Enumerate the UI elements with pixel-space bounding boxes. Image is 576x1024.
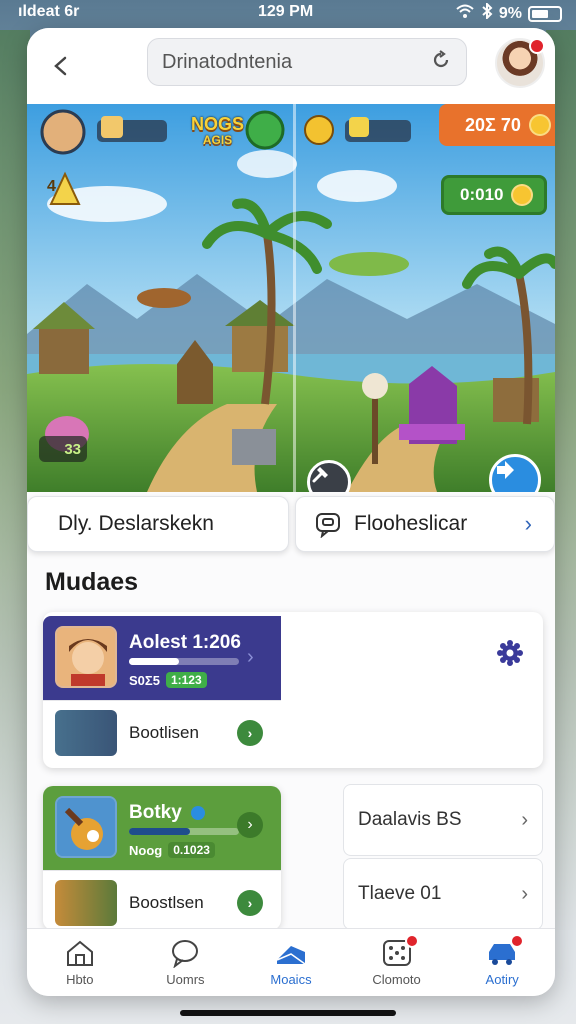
- list-item-label: Daalavis BS: [358, 809, 462, 830]
- gear-icon[interactable]: [497, 640, 523, 666]
- avatar[interactable]: [495, 38, 545, 88]
- module-subtitle: Nᴏog 0.1023: [129, 842, 215, 858]
- tab-forums[interactable]: Uomrs: [133, 929, 239, 996]
- level-number: 4: [47, 178, 56, 195]
- search-field[interactable]: [147, 38, 467, 86]
- carrier-label: ıldeat 6r: [18, 3, 80, 20]
- module-progress-bar: [129, 658, 239, 665]
- module-card[interactable]: Aolest 1:206 S0Σ5 1:123 › Bootlisen ›: [43, 612, 543, 768]
- module-row-label: Boostlsen: [129, 892, 204, 912]
- timer-badge[interactable]: 0:010: [441, 175, 547, 215]
- daily-action-button[interactable]: Dly. Deslarskekn: [27, 496, 289, 552]
- module-title-text: Botky: [129, 802, 182, 823]
- module-thumbnail: [55, 796, 117, 858]
- module-card[interactable]: Botky Nᴏog 0.1023 › Boostlsen ›: [43, 786, 281, 930]
- list-item[interactable]: Daalavis BS ›: [343, 784, 543, 856]
- row-go-button[interactable]: ›: [237, 889, 263, 916]
- chat-bubble-icon: [172, 940, 199, 968]
- module-progress-fill: [129, 828, 190, 835]
- back-button[interactable]: [43, 48, 79, 84]
- module-header[interactable]: Botky Nᴏog 0.1023 ›: [43, 786, 281, 870]
- list-item-label: Tlaeve 01: [358, 883, 442, 904]
- status-bar: ıldeat 6r 129 PM 9%: [0, 0, 576, 26]
- coin-icon: [511, 184, 534, 206]
- chevron-right-icon: ›: [247, 646, 254, 668]
- timer-value: 0:010: [460, 185, 504, 204]
- module-row-thumbnail: [55, 709, 117, 756]
- coin-icon: [528, 114, 551, 136]
- module-title: Aolest 1:206: [129, 632, 241, 653]
- chevron-right-icon: ›: [524, 511, 532, 536]
- notification-dot: [404, 934, 419, 948]
- module-sub-pill: 0.1023: [168, 842, 215, 858]
- chevron-right-icon[interactable]: ›: [237, 812, 263, 838]
- list-item[interactable]: Tlaeve 01 ›: [343, 858, 543, 930]
- notification-dot: [529, 38, 545, 54]
- tab-label: Hbto: [66, 972, 94, 987]
- tab-home[interactable]: Hbto: [27, 929, 133, 996]
- feedback-action-label: Flooheslicar: [354, 512, 468, 535]
- module-row-thumbnail: [55, 879, 117, 926]
- verified-icon: [191, 805, 206, 820]
- status-icons: 9%: [455, 1, 562, 24]
- tab-label: Clomoto: [372, 972, 421, 987]
- coin-badge[interactable]: 20Σ 70: [439, 104, 555, 146]
- home-icon: [66, 940, 93, 966]
- level-badge-value: 33: [64, 440, 81, 458]
- top-bar: [27, 28, 555, 104]
- module-title: Botky: [129, 802, 206, 824]
- feedback-action-button[interactable]: Flooheslicar ›: [295, 496, 555, 552]
- car-icon: [486, 934, 525, 968]
- battery-icon: [528, 5, 562, 22]
- module-subtitle: S0Σ5 1:123: [129, 672, 207, 688]
- tab-bar: Hbto Uomrs Moaics Clomoto Aotiry: [27, 928, 555, 996]
- level-badge: 33: [39, 436, 87, 462]
- home-indicator[interactable]: [180, 1010, 396, 1016]
- game-scene[interactable]: NOGS AGIS 4 20Σ 70 0:010 33: [27, 104, 555, 492]
- module-header[interactable]: Aolest 1:206 S0Σ5 1:123 ›: [43, 616, 281, 700]
- chevron-left-icon: [54, 56, 67, 76]
- app-card: NOGS AGIS 4 20Σ 70 0:010 33 Dly. Deslars…: [27, 28, 555, 996]
- section-title: Mudaes: [45, 568, 139, 596]
- list-item[interactable]: Bootlisen ›: [43, 700, 281, 764]
- module-progress-fill: [129, 658, 179, 665]
- module-thumbnail: [55, 626, 117, 688]
- refresh-icon[interactable]: [430, 49, 452, 76]
- row-go-button[interactable]: ›: [237, 719, 263, 746]
- tab-label: Uomrs: [166, 972, 205, 987]
- bluetooth-icon: [481, 1, 493, 24]
- list-item[interactable]: Boostlsen ›: [43, 870, 281, 930]
- module-sub-text: S0Σ5: [129, 672, 160, 688]
- tab-modules[interactable]: Moaics: [238, 929, 344, 996]
- game-logo: NOGS AGIS: [191, 114, 245, 148]
- dice-icon: [381, 934, 419, 968]
- game-logo-subtext: AGIS: [202, 133, 233, 147]
- background-blur-left: [0, 30, 30, 930]
- wifi-icon: [455, 3, 475, 24]
- chevron-right-icon: ›: [521, 882, 528, 905]
- tab-community[interactable]: Clomoto: [344, 929, 450, 996]
- tab-activity[interactable]: Aotiry: [449, 929, 555, 996]
- book-icon: [276, 946, 306, 965]
- tab-label: Aotiry: [485, 972, 519, 987]
- coin-count: 20Σ 70: [465, 114, 521, 135]
- arrow-right-icon: [497, 461, 514, 479]
- hammer-icon: [312, 467, 328, 483]
- search-input[interactable]: [162, 50, 402, 74]
- chevron-right-icon: ›: [521, 808, 528, 831]
- tab-label: Moaics: [270, 972, 312, 987]
- notification-dot: [510, 934, 525, 948]
- module-sub-pill: 1:123: [165, 672, 207, 688]
- battery-percent: 9%: [498, 4, 522, 22]
- daily-action-label: Dly. Deslarskekn: [58, 512, 214, 535]
- module-progress-bar: [129, 828, 239, 835]
- clock: 129 PM: [258, 3, 314, 20]
- chat-icon: [316, 513, 340, 538]
- module-sub-text: Nᴏog: [129, 842, 163, 858]
- game-logo-text: NOGS: [191, 114, 245, 134]
- game-illustration: [27, 104, 555, 492]
- module-row-label: Bootlisen: [129, 722, 199, 742]
